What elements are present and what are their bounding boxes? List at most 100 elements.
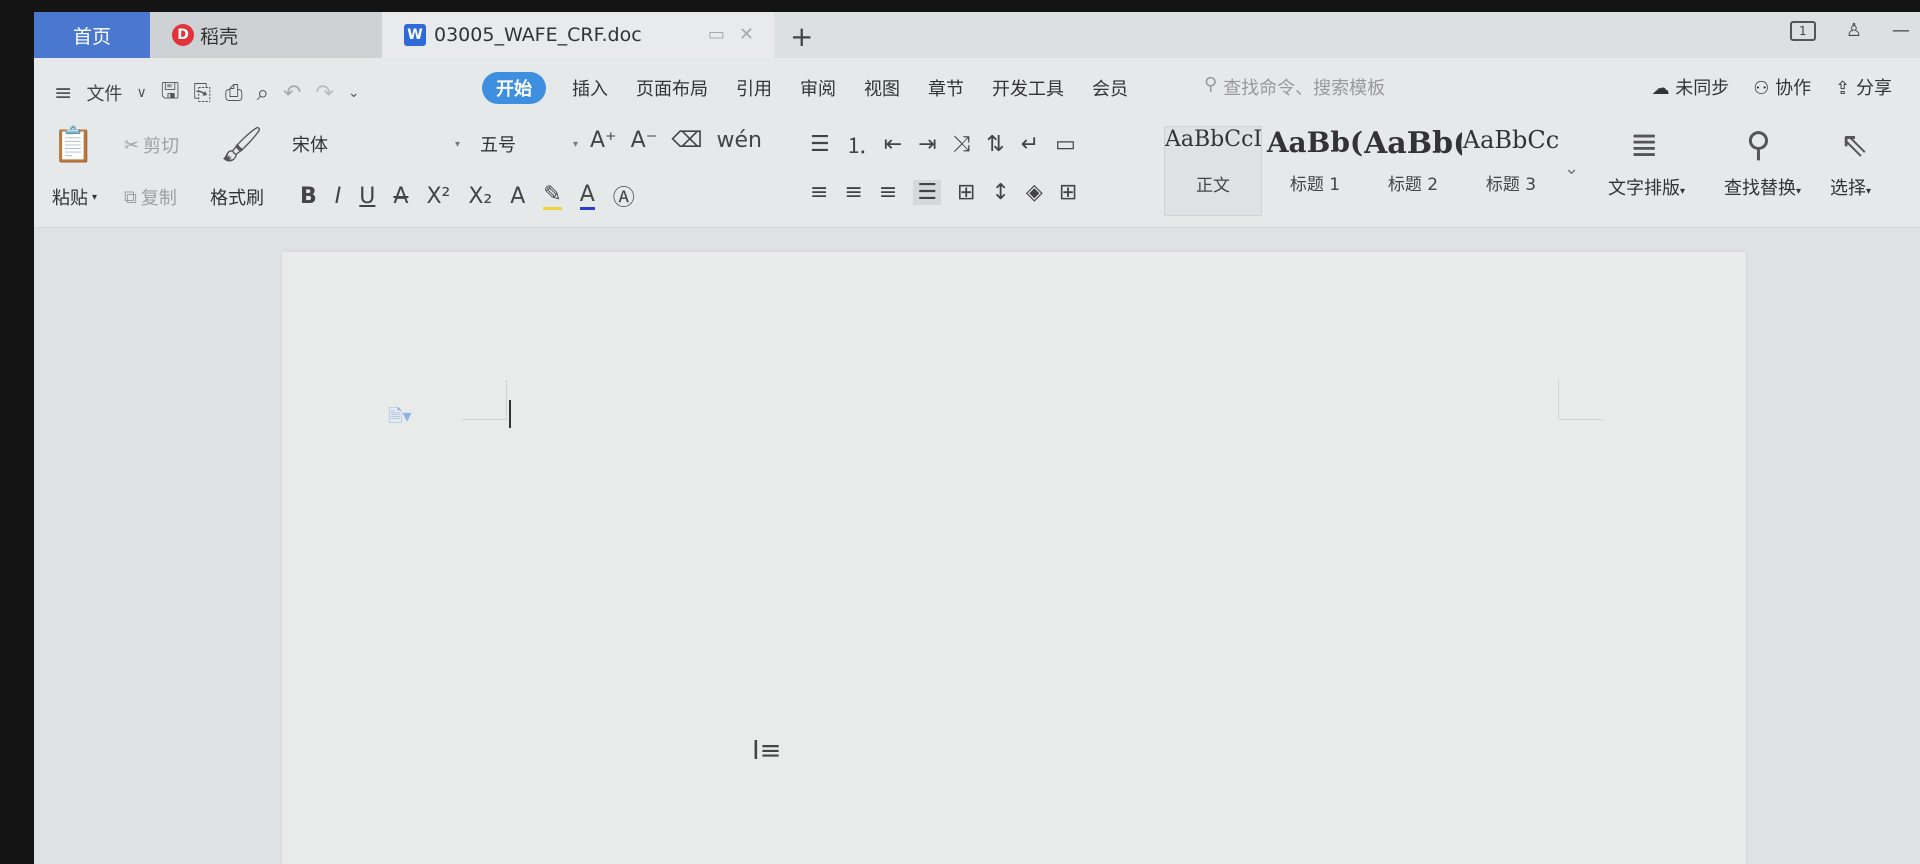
align-right-icon[interactable]: ≡ xyxy=(879,180,897,205)
bullet-list-icon[interactable]: ☰ xyxy=(810,132,830,157)
menu-tab-4[interactable]: 审阅 xyxy=(798,73,838,103)
select-cursor-icon[interactable]: ⇖ xyxy=(1840,128,1869,162)
menu-tab-1[interactable]: 插入 xyxy=(570,73,610,103)
justify-icon[interactable]: ☰ xyxy=(913,180,942,205)
document-page[interactable] xyxy=(282,252,1746,864)
more-chevron-icon[interactable]: ⌄ xyxy=(348,85,360,101)
document-area[interactable]: 🗎▾ I≡ xyxy=(34,228,1920,864)
text-effect-icon[interactable]: A xyxy=(510,184,525,209)
file-menu[interactable]: 文件 xyxy=(86,80,122,106)
undo-icon[interactable]: ↶ xyxy=(283,81,301,106)
find-replace-icon[interactable]: ⚲ xyxy=(1746,128,1771,162)
cut-button[interactable]: ✂ 剪切 xyxy=(124,132,179,158)
window-count-icon[interactable]: 1 xyxy=(1789,20,1816,41)
tab-home[interactable]: 首页 xyxy=(34,12,150,58)
text-cursor xyxy=(509,400,511,428)
export-pdf-icon[interactable]: ⎘ xyxy=(193,81,211,106)
cloud-icon: ☁ xyxy=(1651,78,1670,99)
clipboard-icon: 📋 xyxy=(52,125,95,165)
subscript-icon[interactable]: X₂ xyxy=(468,184,492,209)
tab-daoke[interactable]: D 稻壳 xyxy=(150,12,382,58)
ibeam-cursor-icon: I≡ xyxy=(752,736,782,766)
paste-button[interactable]: 📋 xyxy=(52,128,94,162)
align-left-icon[interactable]: ≡ xyxy=(810,180,828,205)
format-painter-button[interactable]: 格式刷 xyxy=(210,184,264,210)
menu-bar: ≡ 文件 ∨ 🖫 ⎘ ⎙ ⌕ ↶ ↷ ⌄ 开始 插入 页面布局 引用 审阅 视图 章节 开发工… xyxy=(34,58,1920,118)
font-name-select[interactable]: 宋体 ▾ xyxy=(286,130,466,158)
style-heading-3[interactable]: AaBbCc 标题 3 xyxy=(1462,126,1560,195)
tab-daoke-label: 稻壳 xyxy=(200,25,239,48)
print-preview-icon[interactable]: ⌕ xyxy=(257,81,269,106)
highlight-icon[interactable]: ✎ xyxy=(543,182,562,210)
scissors-icon: ✂ xyxy=(124,134,140,156)
copy-icon: ⧉ xyxy=(124,186,137,208)
sync-status[interactable]: ☁ 未同步 xyxy=(1652,74,1730,100)
font-size-select[interactable]: 五号 ▾ xyxy=(474,130,584,158)
minimize-icon[interactable]: — xyxy=(1892,20,1910,41)
shading-icon[interactable]: ◈ xyxy=(1026,180,1043,205)
menu-tab-3[interactable]: 引用 xyxy=(734,73,774,103)
text-layout-button[interactable]: 文字排版▾ xyxy=(1608,174,1685,200)
ribbon-toolbar: 📋 粘贴 ▾ ✂ 剪切 ⧉ 复制 🖌 格式刷 宋体 ▾ 五号 ▾ A⁺ A⁻ ⌫ wén … xyxy=(34,118,1920,228)
menu-tab-2[interactable]: 页面布局 xyxy=(634,73,710,103)
align-center-icon[interactable]: ≡ xyxy=(844,180,862,205)
search-icon: ⚲ xyxy=(1204,74,1218,95)
paragraph-menu-icon[interactable]: 🗎▾ xyxy=(388,404,412,434)
strikethrough-icon[interactable]: A xyxy=(393,184,408,209)
hamburger-icon[interactable]: ≡ xyxy=(54,81,72,106)
clear-format-icon[interactable]: ⌫ xyxy=(671,128,702,153)
decrease-indent-icon[interactable]: ⇤ xyxy=(884,132,902,157)
styles-more-icon[interactable]: ⌄ xyxy=(1564,158,1579,179)
find-replace-button[interactable]: 查找替换▾ xyxy=(1724,174,1801,200)
distributed-icon[interactable]: ⊞ xyxy=(957,180,975,205)
decrease-font-icon[interactable]: A⁻ xyxy=(631,128,658,153)
sort-icon[interactable]: ⇅ xyxy=(986,132,1004,157)
phonetic-guide-icon[interactable]: wén xyxy=(716,128,761,153)
menu-tab-0[interactable]: 开始 xyxy=(482,72,546,104)
paste-label-button[interactable]: 粘贴 ▾ xyxy=(52,184,97,210)
select-button[interactable]: 选择▾ xyxy=(1830,174,1871,200)
numbered-list-icon[interactable]: ⒈ xyxy=(846,128,868,160)
style-heading-2[interactable]: AaBb( 标题 2 xyxy=(1364,126,1462,195)
ruler-icon[interactable]: ▭ xyxy=(1055,132,1076,157)
increase-indent-icon[interactable]: ⇥ xyxy=(918,132,936,157)
copy-button[interactable]: ⧉ 复制 xyxy=(124,184,177,210)
increase-font-icon[interactable]: A⁺ xyxy=(590,128,617,153)
menu-tab-5[interactable]: 视图 xyxy=(862,73,902,103)
add-user-icon: ⚇ xyxy=(1753,78,1770,99)
tab-document[interactable]: W 03005_WAFE_CRF.doc ▭ ✕ xyxy=(382,12,774,58)
tab-close-icon[interactable]: ✕ xyxy=(739,24,754,45)
char-border-icon[interactable]: Ⓐ xyxy=(613,180,635,212)
menu-tab-7[interactable]: 开发工具 xyxy=(990,73,1066,103)
tab-home-label: 首页 xyxy=(72,25,111,48)
redo-icon[interactable]: ↷ xyxy=(315,81,333,106)
command-search-placeholder: 查找命令、搜索模板 xyxy=(1223,78,1386,99)
share-button[interactable]: ⇪ 分享 xyxy=(1835,74,1892,100)
font-color-icon[interactable]: A xyxy=(579,182,595,210)
user-avatar-icon[interactable]: ♙ xyxy=(1846,20,1862,41)
tab-pin-icon[interactable]: ▭ xyxy=(708,24,725,45)
collaborate-button[interactable]: ⚇ 协作 xyxy=(1753,74,1811,100)
style-heading-1[interactable]: AaBb( 标题 1 xyxy=(1266,126,1364,195)
underline-icon[interactable]: U xyxy=(359,184,375,209)
new-tab-button[interactable]: + xyxy=(790,20,813,53)
app-window: 首页 D 稻壳 W 03005_WAFE_CRF.doc ▭ ✕ + 1 ♙ —… xyxy=(34,12,1920,864)
text-layout-icon[interactable]: ≣ xyxy=(1630,128,1659,162)
show-marks-icon[interactable]: ↵ xyxy=(1021,132,1039,157)
format-painter-icon[interactable]: 🖌 xyxy=(220,128,263,162)
bold-icon[interactable]: B xyxy=(300,184,317,209)
print-icon[interactable]: ⎙ xyxy=(225,81,243,106)
margin-marker-top-right xyxy=(1558,380,1603,420)
menu-tab-8[interactable]: 会员 xyxy=(1090,73,1130,103)
command-search[interactable]: ⚲ 查找命令、搜索模板 xyxy=(1204,74,1385,100)
borders-icon[interactable]: ⊞ xyxy=(1059,180,1077,205)
save-icon[interactable]: 🖫 xyxy=(161,74,180,112)
line-spacing-icon[interactable]: ↕ xyxy=(991,180,1009,205)
tab-document-label: 03005_WAFE_CRF.doc xyxy=(434,24,642,46)
chevron-down-icon[interactable]: ∨ xyxy=(136,85,146,101)
chinese-layout-icon[interactable]: ⤨ xyxy=(953,132,971,157)
style-normal[interactable]: AaBbCcDd 正文 xyxy=(1164,126,1262,216)
menu-tab-6[interactable]: 章节 xyxy=(926,73,966,103)
italic-icon[interactable]: I xyxy=(335,184,342,209)
superscript-icon[interactable]: X² xyxy=(426,184,450,209)
